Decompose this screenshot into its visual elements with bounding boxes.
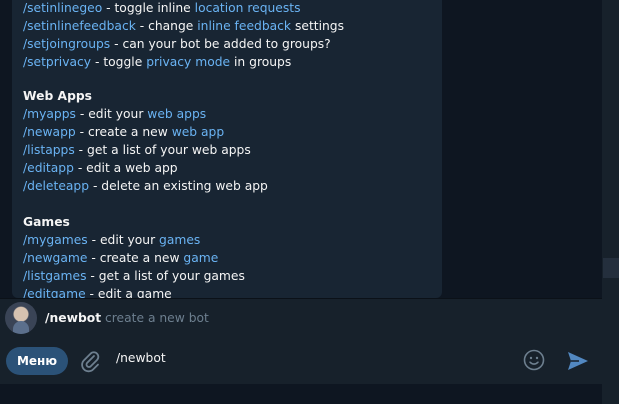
message-line: /listapps - get a list of your web apps — [23, 143, 251, 157]
command-link[interactable]: /deleteapp — [23, 179, 89, 193]
message-line: /myapps - edit your web apps — [23, 107, 207, 121]
inline-link[interactable]: web app — [172, 125, 224, 139]
command-link[interactable]: /newapp — [23, 125, 76, 139]
command-link[interactable]: /setinlinegeo — [23, 1, 102, 15]
command-link[interactable]: /listapps — [23, 143, 75, 157]
message-composer: Меню /newbot — [0, 339, 602, 384]
emoji-icon[interactable] — [523, 349, 545, 371]
scrollbar-thumb[interactable] — [603, 258, 619, 278]
inline-link[interactable]: web apps — [147, 107, 206, 121]
message-line: /editapp - edit a web app — [23, 161, 178, 175]
message-line: /setinlinegeo - toggle inline location r… — [23, 1, 301, 15]
command-link[interactable]: /editgame — [23, 287, 86, 298]
message-line: /setjoingroups - can your bot be added t… — [23, 37, 331, 51]
message-line: /newgame - create a new game — [23, 251, 219, 265]
message-line: /deleteapp - delete an existing web app — [23, 179, 268, 193]
command-suggestion[interactable]: /newbot create a new bot — [0, 298, 602, 340]
bot-avatar — [5, 302, 37, 334]
message-line: /editgame - edit a game — [23, 286, 172, 298]
command-link[interactable]: /setjoingroups — [23, 37, 110, 51]
command-link[interactable]: /mygames — [23, 233, 88, 247]
send-icon[interactable] — [566, 349, 590, 373]
section-heading-games: Games — [23, 215, 70, 229]
inline-link[interactable]: inline feedback — [197, 19, 291, 33]
command-link[interactable]: /myapps — [23, 107, 76, 121]
command-link[interactable]: /newgame — [23, 251, 87, 265]
suggestion-command: /newbot — [45, 311, 102, 325]
inline-link[interactable]: game — [183, 251, 218, 265]
menu-button[interactable]: Меню — [6, 347, 68, 375]
command-link[interactable]: /setprivacy — [23, 55, 91, 69]
message-line: /newapp - create a new web app — [23, 125, 225, 139]
message-bubble: /setinlinegeo - toggle inline location r… — [12, 0, 442, 298]
inline-link[interactable]: privacy mode — [146, 55, 230, 69]
command-link[interactable]: /editapp — [23, 161, 74, 175]
paperclip-icon[interactable] — [79, 349, 101, 373]
suggestion-description: create a new bot — [105, 311, 209, 325]
message-line: /mygames - edit your games — [23, 233, 201, 247]
message-input[interactable]: /newbot — [116, 351, 166, 365]
message-line: /setprivacy - toggle privacy mode in gro… — [23, 55, 292, 69]
inline-link[interactable]: location requests — [195, 1, 301, 15]
message-line: /listgames - get a list of your games — [23, 269, 245, 283]
message-line: /setinlinefeedback - change inline feedb… — [23, 19, 345, 33]
section-heading-web-apps: Web Apps — [23, 89, 92, 103]
right-panel-edge — [602, 0, 619, 404]
inline-link[interactable]: games — [159, 233, 200, 247]
command-link[interactable]: /setinlinefeedback — [23, 19, 136, 33]
command-link[interactable]: /listgames — [23, 269, 87, 283]
window-bottom — [0, 384, 602, 404]
